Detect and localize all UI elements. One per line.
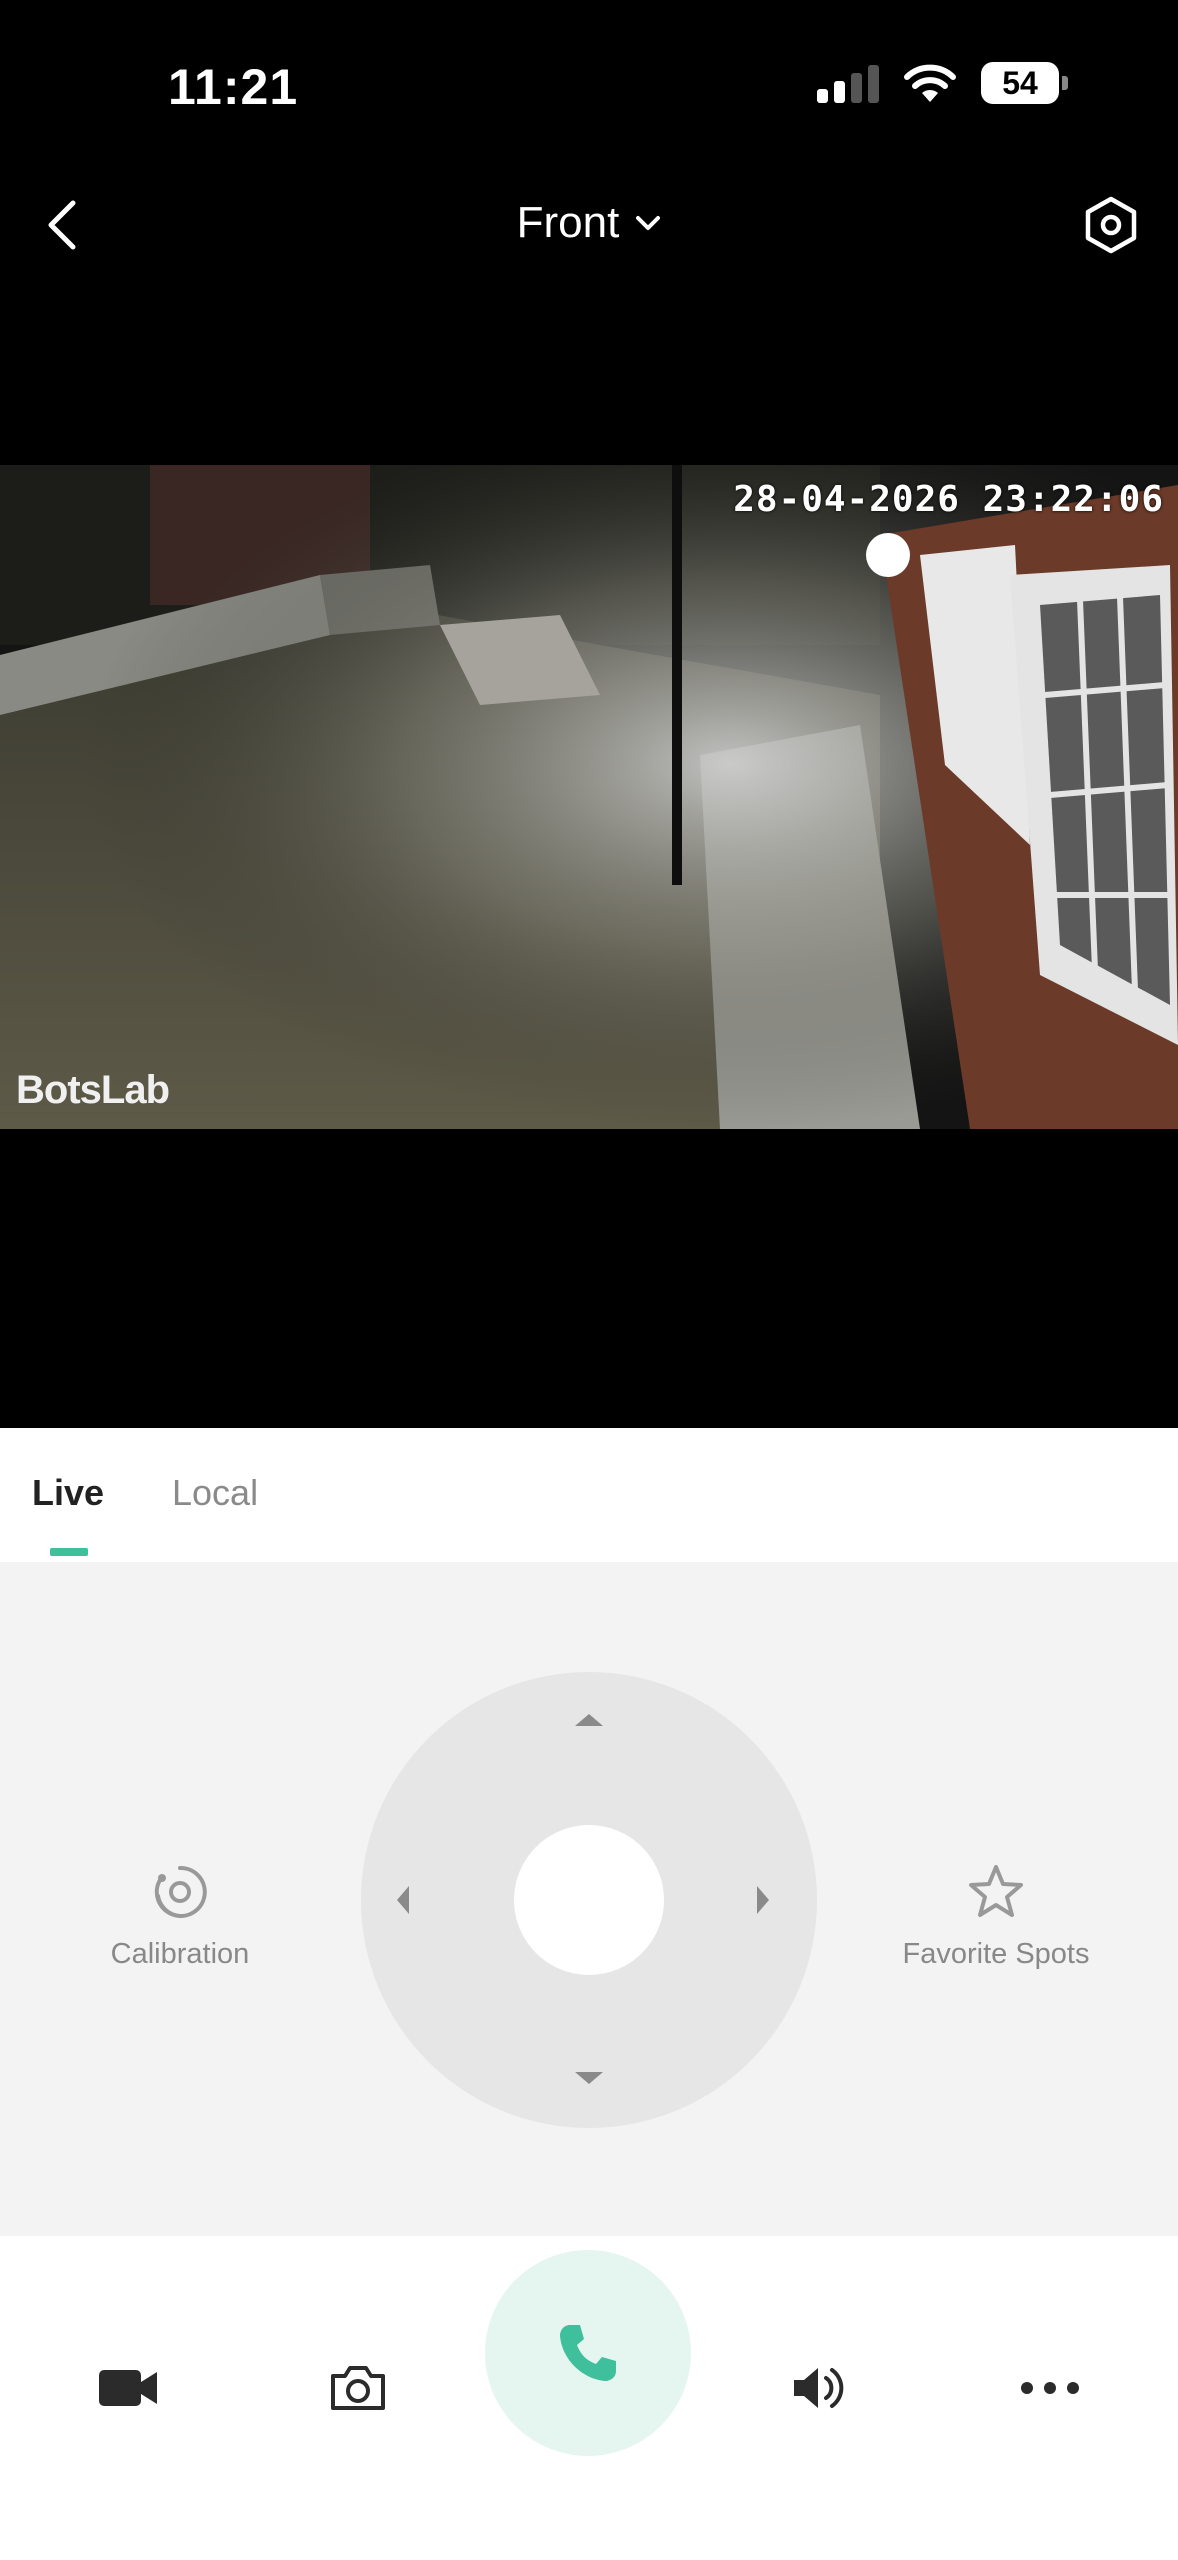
view-tabs: Live Local (0, 1428, 1178, 1562)
more-icon (1021, 2382, 1079, 2394)
status-bar: 11:21 54 (0, 0, 1178, 170)
bottom-action-bar (0, 2236, 1178, 2560)
ptz-control-panel: Calibration Favorite Spots (0, 1562, 1178, 2236)
camera-scene-image (0, 465, 1178, 1129)
chevron-down-icon (636, 216, 661, 230)
video-record-icon (99, 2370, 157, 2406)
camera-selector[interactable]: Front (0, 198, 1178, 248)
direction-pad (361, 1672, 817, 2128)
sound-button[interactable] (780, 2348, 860, 2428)
calibration-button[interactable]: Calibration (30, 1862, 330, 1971)
page-title: Front (516, 198, 620, 247)
direction-pad-center[interactable] (514, 1825, 664, 1975)
pan-left-arrow-icon[interactable] (391, 1882, 415, 1918)
talk-button[interactable] (485, 2250, 691, 2456)
tab-live[interactable]: Live (32, 1472, 104, 1514)
nav-bar: Front (0, 170, 1178, 280)
camera-icon (331, 2366, 385, 2410)
star-icon (969, 1865, 1023, 1917)
pan-down-arrow-icon[interactable] (571, 2066, 607, 2090)
favorite-spots-label: Favorite Spots (902, 1938, 1090, 1970)
tab-local[interactable]: Local (172, 1472, 258, 1514)
video-timestamp: 28-04-2026 23:22:06 (733, 479, 1164, 520)
active-tab-indicator (50, 1548, 88, 1556)
more-button[interactable] (1010, 2348, 1090, 2428)
wifi-icon (904, 64, 956, 102)
calibration-label: Calibration (110, 1938, 250, 1970)
clock: 11:21 (168, 59, 299, 115)
settings-button[interactable] (1078, 192, 1144, 258)
snapshot-button[interactable] (318, 2348, 398, 2428)
pan-up-arrow-icon[interactable] (571, 1708, 607, 1732)
record-button[interactable] (88, 2348, 168, 2428)
pan-right-arrow-icon[interactable] (751, 1882, 775, 1918)
settings-hex-icon (1085, 196, 1137, 254)
phone-icon (560, 2325, 616, 2381)
speaker-icon (794, 2368, 844, 2408)
battery-level: 54 (981, 62, 1059, 104)
cellular-signal-icon (817, 63, 879, 103)
favorite-spots-button[interactable]: Favorite Spots (846, 1862, 1146, 1971)
calibration-icon (154, 1865, 207, 1918)
battery-icon: 54 (981, 62, 1068, 104)
status-icons: 54 (817, 62, 1068, 104)
brand-watermark: BotsLab (16, 1068, 170, 1112)
live-video-feed[interactable]: 28-04-2026 23:22:06 BotsLab (0, 465, 1178, 1129)
